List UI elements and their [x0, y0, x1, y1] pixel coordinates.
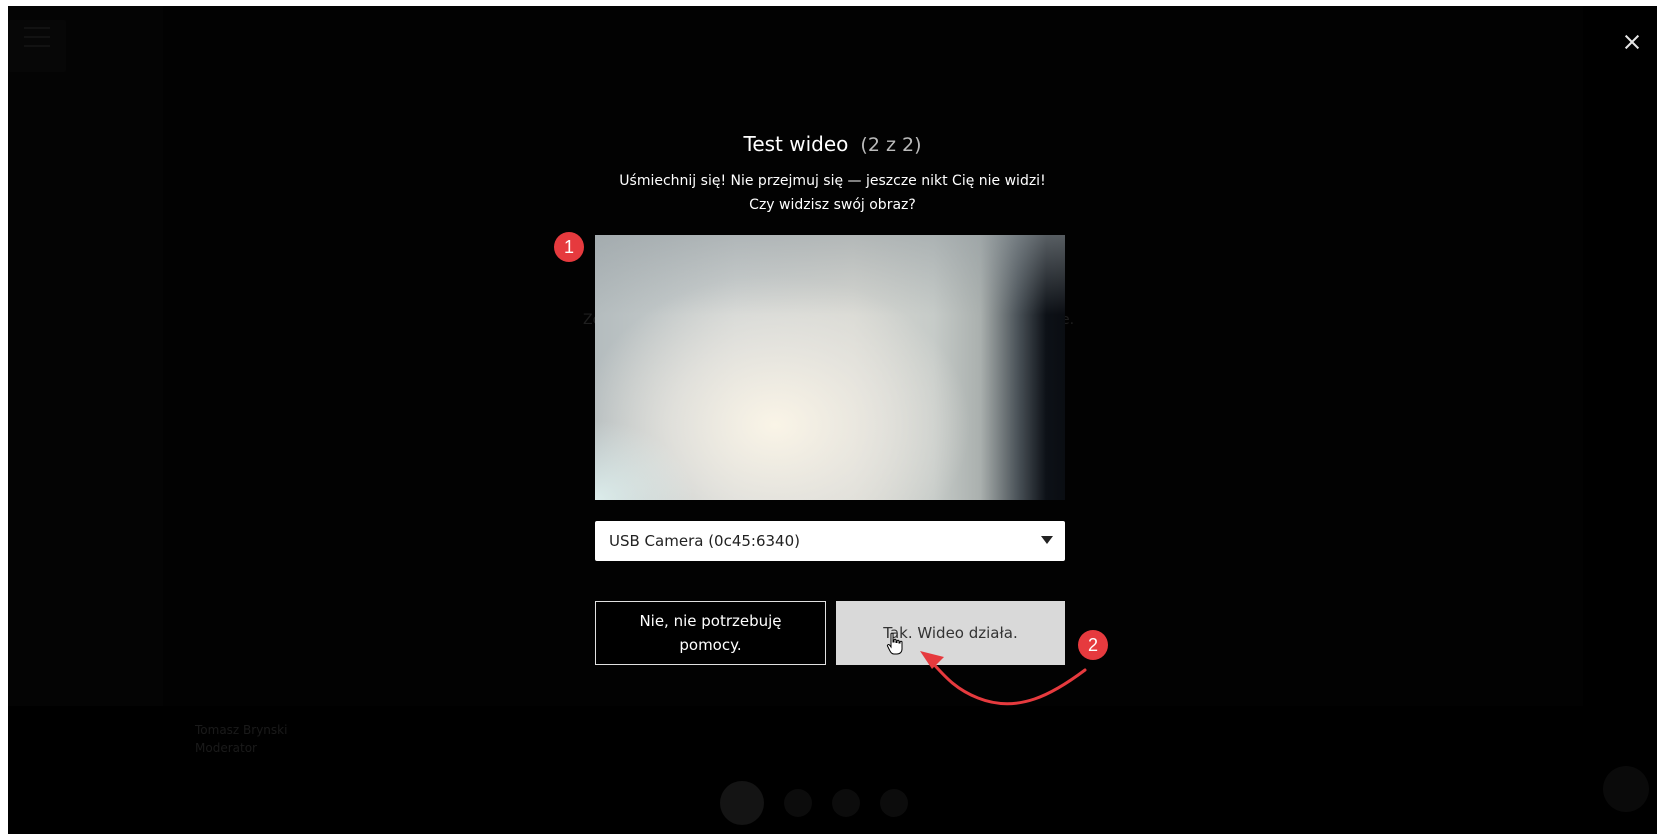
- instruction-line: Czy widzisz swój obraz?: [749, 197, 916, 213]
- step-indicator: (2 z 2): [860, 134, 922, 156]
- background-sidebar: [8, 6, 163, 706]
- participant-role: Moderator: [195, 741, 257, 755]
- close-button[interactable]: [1620, 30, 1644, 54]
- dialog-instructions: Uśmiechnij się! Nie przejmuj się — jeszc…: [8, 169, 1657, 217]
- no-help-button-label: Nie, nie potrzebuję pomocy.: [639, 612, 782, 654]
- share-screen-icon: [880, 789, 908, 817]
- annotation-badge-1: 1: [554, 232, 584, 262]
- instruction-line: Uśmiechnij się! Nie przejmuj się — jeszc…: [619, 173, 1046, 189]
- avatar: [720, 781, 764, 825]
- camera-select[interactable]: USB Camera (0c45:6340): [595, 521, 1065, 561]
- hand-cursor-icon: [886, 632, 903, 655]
- camera-icon: [832, 789, 860, 817]
- camera-select-value: USB Camera (0c45:6340): [609, 532, 801, 550]
- camera-preview: [595, 235, 1065, 500]
- participant-name: Tomasz Brynski: [195, 723, 288, 737]
- annotation-badge-2: 2: [1078, 630, 1108, 660]
- background-toolbar: [720, 781, 908, 825]
- help-icon: [1603, 766, 1649, 812]
- app-window: Zo e. Tomasz Brynski Moderator Test wide…: [8, 6, 1657, 834]
- menu-icon: [8, 20, 66, 72]
- chevron-down-icon: [1041, 536, 1053, 544]
- dialog-title: Test wideo (2 z 2): [8, 132, 1657, 156]
- microphone-icon: [784, 789, 812, 817]
- video-works-button[interactable]: Tak. Wideo działa.: [836, 601, 1065, 665]
- dialog-title-text: Test wideo: [743, 132, 849, 156]
- no-help-button[interactable]: Nie, nie potrzebuję pomocy.: [595, 601, 826, 665]
- background-participant-label: Tomasz Brynski Moderator: [195, 721, 287, 757]
